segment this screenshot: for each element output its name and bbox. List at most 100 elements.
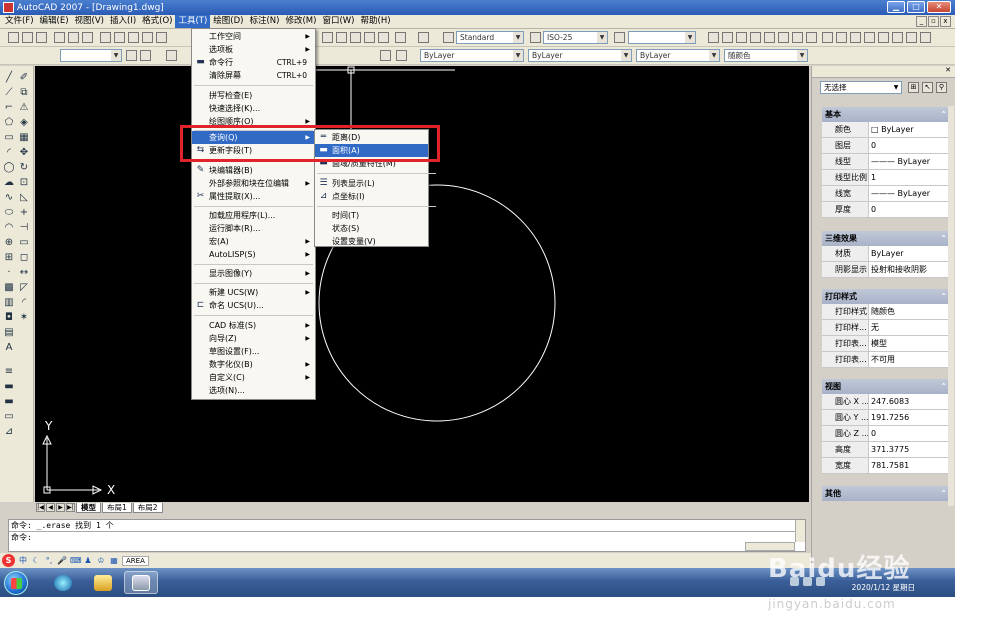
menu-help[interactable]: 帮助(H) bbox=[358, 15, 394, 28]
layer-tool-icon[interactable]: ≡ bbox=[3, 366, 15, 378]
start-button[interactable] bbox=[4, 571, 28, 595]
section-header[interactable]: 基本 ⌃ bbox=[822, 107, 953, 122]
collapse-icon[interactable]: ⌃ bbox=[940, 486, 947, 501]
property-row[interactable]: 打印表... 模型 bbox=[822, 336, 953, 352]
make-block-icon[interactable]: ⊞ bbox=[3, 252, 15, 264]
layer-tool5-icon[interactable]: ⊿ bbox=[3, 426, 15, 438]
gradient-icon[interactable]: ▥ bbox=[3, 297, 15, 309]
tab-first-icon[interactable]: |◀ bbox=[36, 503, 45, 512]
radius-dim-icon[interactable] bbox=[764, 32, 775, 43]
property-row[interactable]: 线型 ——— ByLayer bbox=[822, 154, 953, 170]
trim-icon[interactable]: + bbox=[18, 207, 30, 219]
brush-icon[interactable] bbox=[156, 32, 167, 43]
ime-mic-icon[interactable]: 🎤 bbox=[57, 556, 67, 566]
table-icon[interactable]: ▤ bbox=[3, 327, 15, 339]
tab-model[interactable]: 模型 bbox=[76, 502, 101, 513]
hatch-icon[interactable]: ▩ bbox=[3, 282, 15, 294]
linear-dim-icon[interactable] bbox=[708, 32, 719, 43]
menu-item-cad-standards[interactable]: CAD 标准(S) ▶ bbox=[192, 319, 315, 332]
menu-item-status[interactable]: 状态(S) bbox=[315, 222, 428, 235]
copy-object-icon[interactable]: ⧉ bbox=[18, 87, 30, 99]
properties-icon[interactable] bbox=[322, 32, 333, 43]
property-row[interactable]: 打印样... 无 bbox=[822, 320, 953, 336]
command-prompt[interactable]: 命令: bbox=[9, 531, 805, 542]
publish-icon[interactable] bbox=[82, 32, 93, 43]
menu-item-palettes[interactable]: 选项板 ▶ bbox=[192, 43, 315, 56]
menu-item-workspaces[interactable]: 工作空间 ▶ bbox=[192, 30, 315, 43]
baseline-dim-icon[interactable] bbox=[836, 32, 847, 43]
dim-style-select[interactable]: ISO-25 ▼ bbox=[543, 31, 608, 44]
menu-item-time[interactable]: 时间(T) bbox=[315, 209, 428, 222]
menu-item-tablet[interactable]: 数字化仪(B) ▶ bbox=[192, 358, 315, 371]
markup-icon[interactable] bbox=[378, 32, 389, 43]
property-row[interactable]: 线型比例 1 bbox=[822, 170, 953, 186]
menu-item-macro[interactable]: 宏(A) ▶ bbox=[192, 235, 315, 248]
menu-item-new-ucs[interactable]: 新建 UCS(W) ▶ bbox=[192, 286, 315, 299]
menu-item-quick-select[interactable]: 快速选择(K)... bbox=[192, 102, 315, 115]
tab-prev-icon[interactable]: ◀ bbox=[46, 503, 55, 512]
ime-moon-icon[interactable]: ☾ bbox=[31, 556, 41, 566]
property-row[interactable]: 颜色 □ ByLayer bbox=[822, 122, 953, 138]
menu-tools[interactable]: 工具(T) bbox=[175, 15, 211, 28]
quick-select-icon[interactable]: ⚲ bbox=[936, 82, 947, 93]
center-mark-icon[interactable] bbox=[892, 32, 903, 43]
menu-dimension[interactable]: 标注(N) bbox=[246, 15, 282, 28]
arc-icon[interactable]: ◜ bbox=[3, 147, 15, 159]
menu-item-xref-edit[interactable]: 外部参照和块在位编辑 ▶ bbox=[192, 177, 315, 190]
stretch-icon[interactable]: ◺ bbox=[18, 192, 30, 204]
property-row[interactable]: 圆心 Z ... 0 bbox=[822, 426, 953, 442]
property-row[interactable]: 圆心 Y ... 191.7256 bbox=[822, 410, 953, 426]
section-header[interactable]: 三维效果 ⌃ bbox=[822, 231, 953, 246]
dim-style-icon[interactable] bbox=[530, 32, 541, 43]
layer-manager-icon[interactable] bbox=[126, 50, 137, 61]
open-icon[interactable] bbox=[22, 32, 33, 43]
doc-minimize-icon[interactable]: _ bbox=[916, 16, 927, 27]
ime-grid-icon[interactable]: ▦ bbox=[109, 556, 119, 566]
continue-dim-icon[interactable] bbox=[850, 32, 861, 43]
taskbar-ie[interactable] bbox=[46, 571, 80, 594]
explode-icon[interactable]: ✶ bbox=[18, 312, 30, 324]
collapse-icon[interactable]: ⌃ bbox=[940, 231, 947, 246]
menu-file[interactable]: 文件(F) bbox=[2, 15, 37, 28]
dim-text-edit-icon[interactable] bbox=[920, 32, 931, 43]
leader-icon[interactable] bbox=[864, 32, 875, 43]
ime-user-icon[interactable]: ♟ bbox=[83, 556, 93, 566]
paste-icon[interactable] bbox=[128, 32, 139, 43]
property-row[interactable]: 宽度 781.7581 bbox=[822, 458, 953, 474]
section-header[interactable]: 视图 ⌃ bbox=[822, 379, 953, 394]
menu-item-customize[interactable]: 自定义(C) ▶ bbox=[192, 371, 315, 384]
menu-item-spelling[interactable]: 拼写检查(E) bbox=[192, 89, 315, 102]
section-header[interactable]: 打印样式 ⌃ bbox=[822, 289, 953, 304]
break-at-point-icon[interactable]: ◻ bbox=[18, 252, 30, 264]
collapse-icon[interactable]: ⌃ bbox=[940, 289, 947, 304]
help-icon[interactable] bbox=[418, 32, 429, 43]
table-style-select[interactable]: ▼ bbox=[628, 31, 696, 44]
cut-icon[interactable] bbox=[100, 32, 111, 43]
menu-insert[interactable]: 插入(I) bbox=[107, 15, 139, 28]
property-row[interactable]: 打印样式 随颜色 bbox=[822, 304, 953, 320]
sheet-set-icon[interactable] bbox=[364, 32, 375, 43]
property-row[interactable]: 线宽 ——— ByLayer bbox=[822, 186, 953, 202]
menu-item-load-application[interactable]: 加载应用程序(L)... bbox=[192, 209, 315, 222]
layer-tool2-icon[interactable]: ▬ bbox=[3, 381, 15, 393]
aligned-dim-icon[interactable] bbox=[722, 32, 733, 43]
menu-item-list[interactable]: ☰ 列表显示(L) bbox=[315, 177, 428, 190]
menu-item-block-editor[interactable]: ✎ 块编辑器(B) bbox=[192, 164, 315, 177]
menu-item-options[interactable]: 选项(N)... bbox=[192, 384, 315, 397]
menu-window[interactable]: 窗口(W) bbox=[319, 15, 357, 28]
erase-icon[interactable]: ✐ bbox=[18, 72, 30, 84]
offset-icon[interactable]: ◈ bbox=[18, 117, 30, 129]
ime-skin-icon[interactable]: ♔ bbox=[96, 556, 106, 566]
join-icon[interactable]: ↔ bbox=[18, 267, 30, 279]
tab-layout1[interactable]: 布局1 bbox=[102, 502, 132, 513]
menu-item-set-variable[interactable]: 设置变量(V) bbox=[315, 235, 428, 248]
insert-block-icon[interactable]: ⊕ bbox=[3, 237, 15, 249]
layer-tool4-icon[interactable]: ▭ bbox=[3, 411, 15, 423]
ordinate-dim-icon[interactable] bbox=[750, 32, 761, 43]
quick-dim-icon[interactable] bbox=[822, 32, 833, 43]
menu-modify[interactable]: 修改(M) bbox=[282, 15, 319, 28]
rotate-icon[interactable]: ↻ bbox=[18, 162, 30, 174]
chamfer-icon[interactable]: ◸ bbox=[18, 282, 30, 294]
menu-item-drafting-settings[interactable]: 草图设置(F)... bbox=[192, 345, 315, 358]
sogou-ime-icon[interactable]: S bbox=[2, 554, 15, 567]
